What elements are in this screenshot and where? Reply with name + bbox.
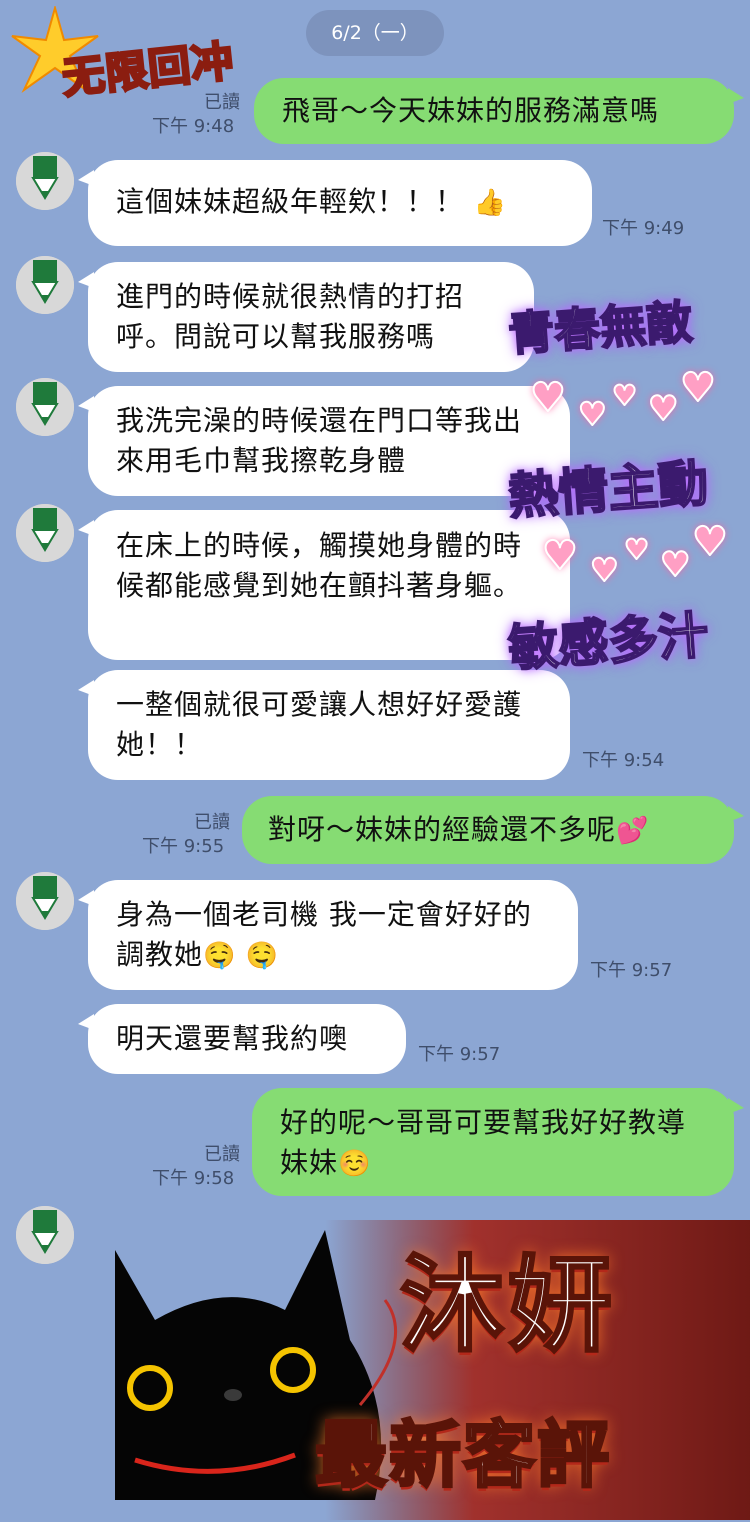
message-time: 下午 9:57 bbox=[590, 960, 673, 981]
pencil-avatar-icon bbox=[16, 872, 74, 930]
smiling-face-emoji: ☺️ bbox=[338, 1149, 372, 1179]
pencil-avatar-icon bbox=[16, 378, 74, 436]
pencil-avatar-icon bbox=[16, 1206, 74, 1264]
banner-title-name: 沐妍 bbox=[398, 1243, 617, 1368]
heart-icon: ♥ bbox=[679, 365, 717, 411]
heart-icon: ♥ bbox=[577, 395, 608, 433]
message-time: 下午 9:58 bbox=[152, 1168, 235, 1189]
message-text: 我洗完澡的時候還在門口等我出來用毛巾幫我擦乾身體 bbox=[116, 404, 523, 477]
sticker-message[interactable]: 沐妍 最新客評 bbox=[115, 1210, 750, 1522]
overlay-badge-passion: 熱情主動 bbox=[505, 453, 711, 527]
message-text: 好的呢～哥哥可要幫我好好教導妹妹☺️ bbox=[280, 1106, 687, 1179]
message-text: 明天還要幫我約噢 bbox=[116, 1022, 349, 1055]
message-bubble-outgoing[interactable]: 好的呢～哥哥可要幫我好好教導妹妹☺️ bbox=[252, 1088, 744, 1196]
pencil-avatar-icon bbox=[16, 256, 74, 314]
message-bubble-outgoing[interactable]: 飛哥～今天妹妹的服務滿意嗎 bbox=[254, 78, 744, 144]
date-separator: 6/2（一） bbox=[306, 10, 444, 56]
message-bubble-incoming[interactable]: 在床上的時候，觸摸她身體的時候都能感覺到她在顫抖著身軀。 bbox=[78, 510, 570, 660]
message-text: 身為一個老司機 我一定會好好的調教她🤤 🤤 bbox=[116, 898, 532, 971]
message-bubble-incoming[interactable]: 這個妹妹超級年輕欸！！！ 👍 bbox=[78, 160, 592, 246]
message-time: 下午 9:57 bbox=[418, 1044, 501, 1065]
contact-avatar[interactable] bbox=[16, 872, 74, 930]
heart-icon: ♥ bbox=[611, 379, 638, 412]
heart-icon: ♥ bbox=[529, 375, 567, 421]
read-receipt: 已讀 bbox=[204, 92, 240, 113]
overlay-badge-youth: 青春無敵 bbox=[506, 294, 695, 363]
heart-icon: ♥ bbox=[589, 551, 620, 589]
pencil-avatar-icon bbox=[16, 152, 74, 210]
message-time: 下午 9:48 bbox=[152, 116, 235, 137]
message-bubble-incoming[interactable]: 進門的時候就很熱情的打招呼。問說可以幫我服務嗎 bbox=[78, 262, 534, 372]
message-text: 對呀～妹妹的經驗還不多呢💕 bbox=[268, 813, 650, 846]
contact-avatar[interactable] bbox=[16, 504, 74, 562]
drooling-face-emoji: 🤤 🤤 bbox=[203, 941, 280, 971]
contact-avatar[interactable] bbox=[16, 152, 74, 210]
message-text: 在床上的時候，觸摸她身體的時候都能感覺到她在顫抖著身軀。 bbox=[116, 529, 523, 602]
message-time: 下午 9:49 bbox=[602, 218, 685, 239]
message-bubble-incoming[interactable]: 一整個就很可愛讓人想好好愛護她！！ bbox=[78, 670, 570, 780]
heart-icon: ♥ bbox=[659, 545, 692, 585]
read-receipt: 已讀 bbox=[194, 812, 230, 833]
message-text: 一整個就很可愛讓人想好好愛護她！！ bbox=[116, 688, 523, 761]
message-bubble-outgoing[interactable]: 對呀～妹妹的經驗還不多呢💕 bbox=[242, 796, 744, 864]
contact-avatar[interactable] bbox=[16, 256, 74, 314]
contact-avatar[interactable] bbox=[16, 1206, 74, 1264]
overlay-badge-sensitive: 敏感多汁 bbox=[505, 605, 711, 679]
message-bubble-incoming[interactable]: 我洗完澡的時候還在門口等我出來用毛巾幫我擦乾身體 bbox=[78, 386, 570, 496]
message-bubble-incoming[interactable]: 身為一個老司機 我一定會好好的調教她🤤 🤤 bbox=[78, 880, 578, 990]
message-bubble-incoming[interactable]: 明天還要幫我約噢 bbox=[78, 1004, 406, 1074]
message-text: 這個妹妹超級年輕欸！！！ 👍 bbox=[116, 185, 508, 218]
heart-icon: ♥ bbox=[691, 519, 729, 565]
thumbs-up-emoji: 👍 bbox=[473, 188, 508, 218]
message-time: 下午 9:55 bbox=[142, 836, 225, 857]
message-time: 下午 9:54 bbox=[582, 750, 665, 771]
message-text: 進門的時候就很熱情的打招呼。問說可以幫我服務嗎 bbox=[116, 280, 465, 353]
contact-avatar[interactable] bbox=[16, 378, 74, 436]
heart-icon: ♥ bbox=[623, 533, 650, 566]
banner-title-review: 最新客評 bbox=[313, 1412, 612, 1499]
pencil-avatar-icon bbox=[16, 504, 74, 562]
read-receipt: 已讀 bbox=[204, 1144, 240, 1165]
heart-icon: ♥ bbox=[647, 389, 680, 429]
message-text: 飛哥～今天妹妹的服務滿意嗎 bbox=[282, 94, 660, 127]
heart-icon: ♥ bbox=[541, 533, 579, 579]
hearts-emoji: 💕 bbox=[616, 816, 650, 846]
